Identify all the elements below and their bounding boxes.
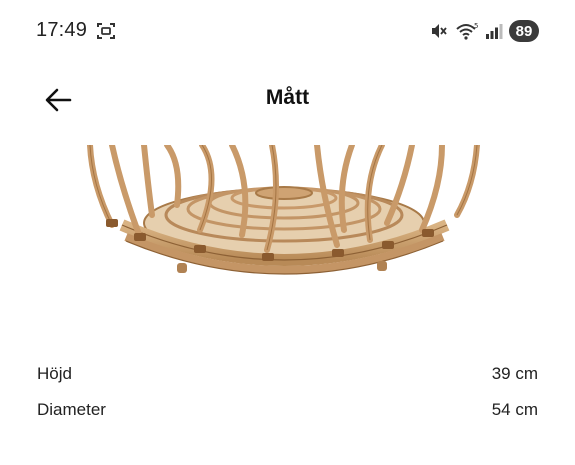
page-title: Mått <box>265 86 310 109</box>
battery-icon: 89 <box>509 20 539 42</box>
signal-icon <box>485 22 503 40</box>
mute-icon <box>429 21 449 41</box>
status-icons: 5 89 <box>429 19 539 43</box>
svg-text:5: 5 <box>474 22 478 30</box>
measurement-label: Diameter <box>37 400 106 419</box>
app-header: Mått <box>0 62 575 134</box>
product-image <box>82 145 487 285</box>
measurement-value: 39 cm <box>491 364 538 383</box>
measurement-row-height: Höjd 39 cm <box>37 356 538 392</box>
measurements-list: Höjd 39 cm Diameter 54 cm <box>37 356 538 428</box>
status-bar: 17:49 5 89 <box>0 0 575 62</box>
rattan-basket-illustration <box>87 145 480 275</box>
measurement-label: Höjd <box>37 364 72 383</box>
measurement-value: 54 cm <box>491 400 538 419</box>
status-time: 17:49 <box>36 19 88 41</box>
wifi-icon: 5 <box>455 21 479 41</box>
screenshot-icon <box>96 21 116 41</box>
measurement-row-diameter: Diameter 54 cm <box>37 392 538 428</box>
